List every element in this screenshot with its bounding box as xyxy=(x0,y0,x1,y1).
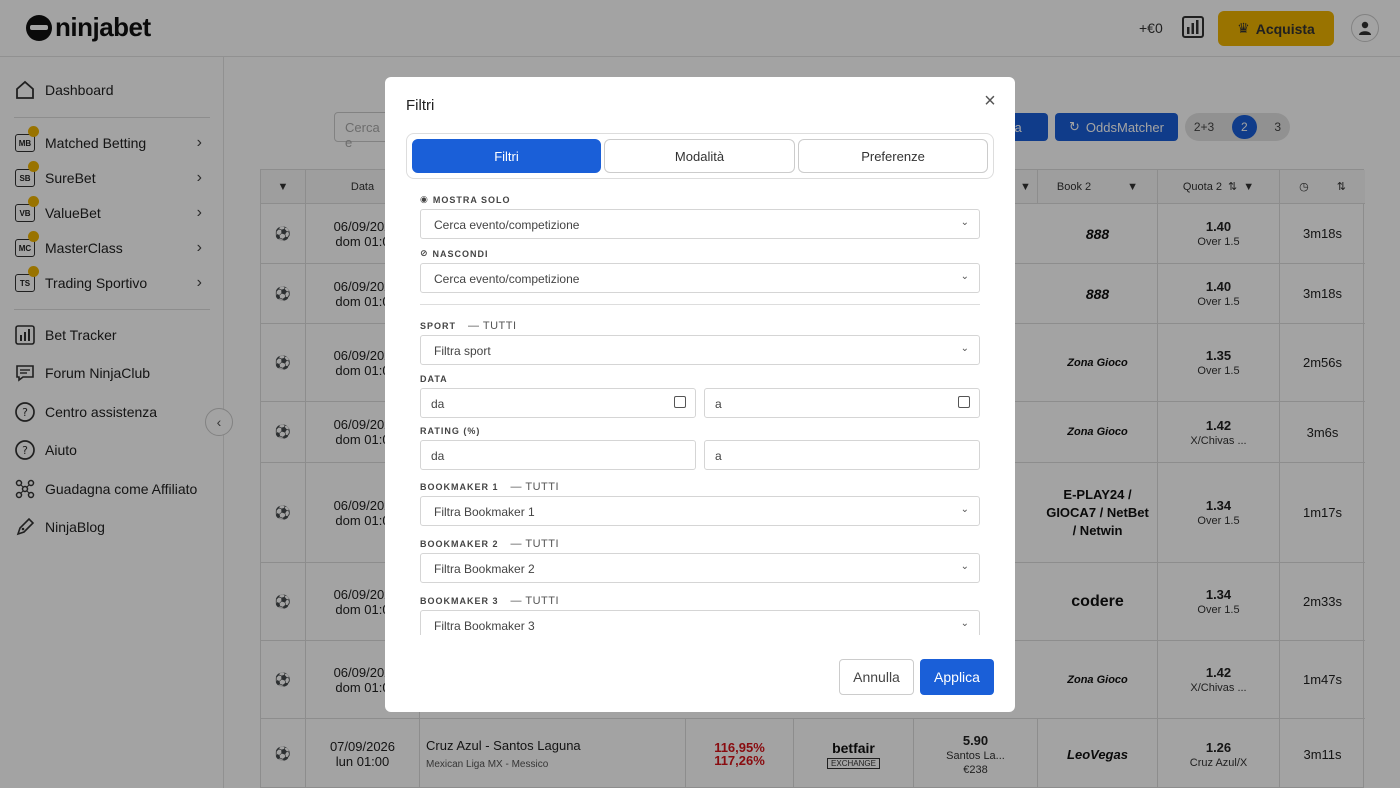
date-to-value: a xyxy=(715,397,722,411)
tab-filtri[interactable]: Filtri xyxy=(412,139,601,173)
date-to-input[interactable]: a xyxy=(704,388,980,418)
select-placeholder: Cerca evento/competizione xyxy=(434,272,580,286)
modal-title: Filtri xyxy=(406,97,435,114)
eye-icon: ◉ xyxy=(420,194,429,204)
rating-from-input[interactable]: da xyxy=(420,440,696,470)
rating-to-input[interactable]: a xyxy=(704,440,980,470)
bookmaker2-select[interactable]: Filtra Bookmaker 2 ⌄ xyxy=(420,553,980,583)
calendar-icon[interactable] xyxy=(674,396,686,408)
rating-from-value: da xyxy=(431,449,445,463)
section-divider xyxy=(420,304,980,305)
bookmaker1-label: BOOKMAKER 1— TUTTI xyxy=(420,481,560,493)
sport-label: SPORT — TUTTI xyxy=(420,320,517,332)
filters-scroll-area[interactable]: ◉ MOSTRA SOLO Cerca evento/competizione ⌄ … xyxy=(406,185,994,635)
select-placeholder: Filtra Bookmaker 3 xyxy=(434,619,535,633)
select-placeholder: Filtra Bookmaker 1 xyxy=(434,505,535,519)
date-from-value: da xyxy=(431,397,445,411)
sport-select[interactable]: Filtra sport ⌄ xyxy=(420,335,980,365)
mostra-solo-select[interactable]: Cerca evento/competizione ⌄ xyxy=(420,209,980,239)
select-placeholder: Filtra sport xyxy=(434,344,491,358)
bookmaker1-all-indicator: — TUTTI xyxy=(510,481,560,493)
mostra-solo-label: ◉ MOSTRA SOLO xyxy=(420,194,511,205)
bookmaker1-select[interactable]: Filtra Bookmaker 1 ⌄ xyxy=(420,496,980,526)
chevron-down-icon: ⌄ xyxy=(960,561,969,572)
filters-modal: Filtri × Filtri Modalità Preferenze ◉ MOS… xyxy=(385,77,1015,712)
tab-preferenze[interactable]: Preferenze xyxy=(798,139,988,173)
chevron-down-icon: ⌄ xyxy=(960,217,969,228)
chevron-down-icon: ⌄ xyxy=(960,618,969,629)
rating-label: RATING (%) xyxy=(420,426,481,436)
chevron-down-icon: ⌄ xyxy=(960,343,969,354)
modal-tabs: Filtri Modalità Preferenze xyxy=(406,133,994,179)
apply-button[interactable]: Applica xyxy=(920,659,994,695)
date-from-input[interactable]: da xyxy=(420,388,696,418)
rating-to-value: a xyxy=(715,449,722,463)
chevron-down-icon: ⌄ xyxy=(960,271,969,282)
bookmaker3-label: BOOKMAKER 3— TUTTI xyxy=(420,595,560,607)
select-placeholder: Filtra Bookmaker 2 xyxy=(434,562,535,576)
bookmaker2-all-indicator: — TUTTI xyxy=(510,538,560,550)
eye-off-icon: ⊘ xyxy=(420,248,429,258)
sport-all-indicator: — TUTTI xyxy=(468,320,517,332)
data-label: DATA xyxy=(420,374,448,384)
nascondi-label: ⊘ NASCONDI xyxy=(420,248,489,259)
bookmaker3-all-indicator: — TUTTI xyxy=(510,595,560,607)
bookmaker3-select[interactable]: Filtra Bookmaker 3 ⌄ xyxy=(420,610,980,635)
chevron-down-icon: ⌄ xyxy=(960,504,969,515)
calendar-icon[interactable] xyxy=(958,396,970,408)
close-icon[interactable]: × xyxy=(981,91,999,111)
select-placeholder: Cerca evento/competizione xyxy=(434,218,580,232)
bookmaker2-label: BOOKMAKER 2— TUTTI xyxy=(420,538,560,550)
nascondi-select[interactable]: Cerca evento/competizione ⌄ xyxy=(420,263,980,293)
tab-modalita[interactable]: Modalità xyxy=(604,139,795,173)
cancel-button[interactable]: Annulla xyxy=(839,659,914,695)
